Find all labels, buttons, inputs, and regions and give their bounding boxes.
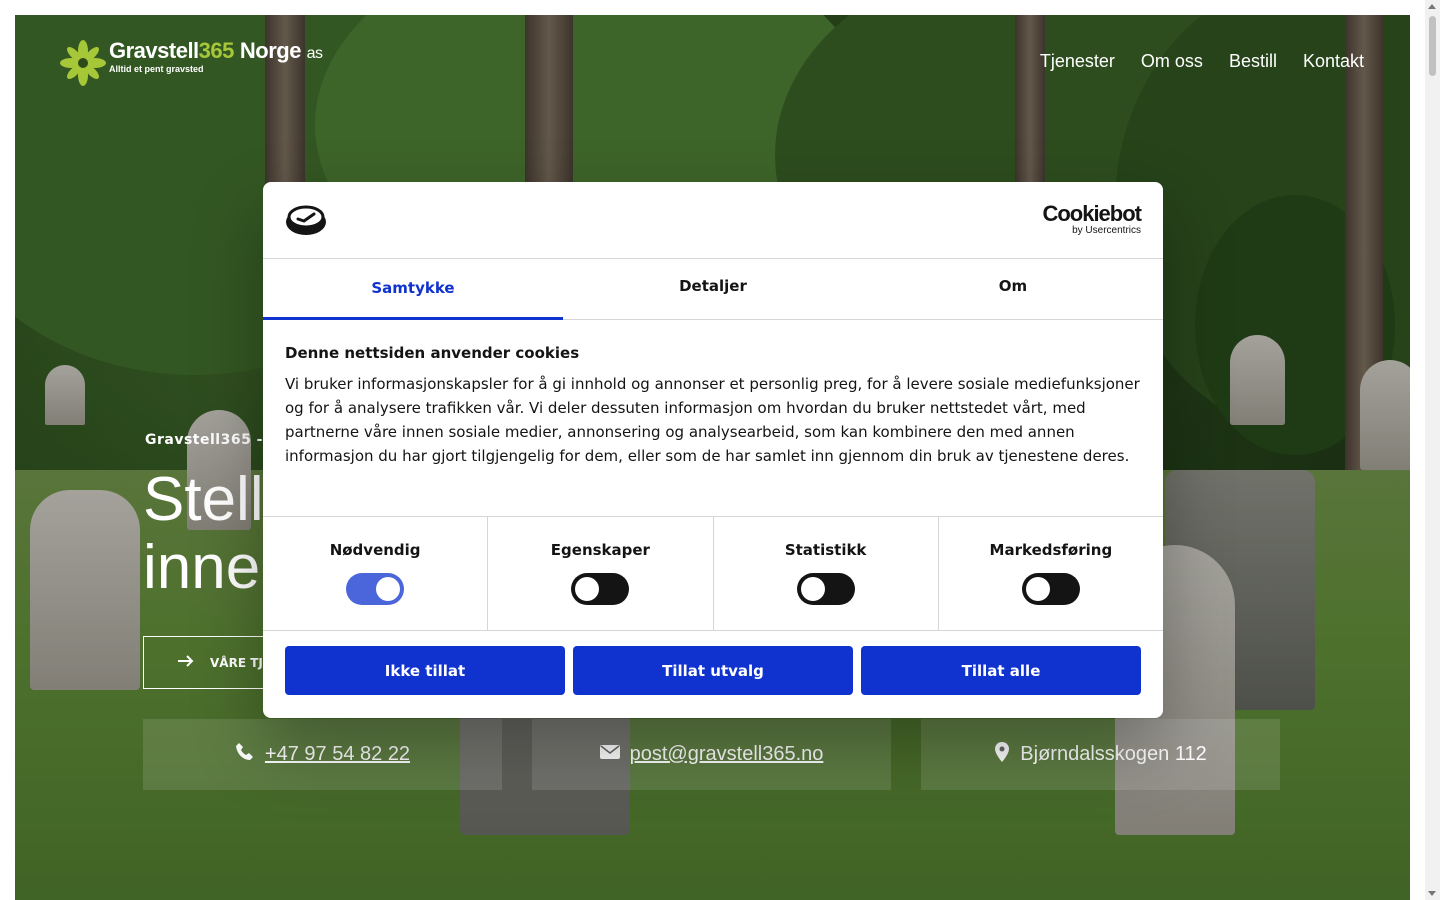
cookie-consent-dialog: Cookiebot by Usercentrics Samtykke Detal… (263, 182, 1163, 718)
allow-selection-button[interactable]: Tillat utvalg (573, 646, 853, 695)
egenskaper-toggle[interactable] (571, 573, 630, 605)
allow-all-button[interactable]: Tillat alle (861, 646, 1141, 695)
arrow-right-icon (178, 655, 194, 670)
hero-headline: Stell inne (143, 466, 264, 602)
dialog-description: Vi bruker informasjonskapsler for å gi i… (285, 375, 1140, 465)
phone-icon (235, 742, 255, 768)
hero-headline-line2: inne (143, 533, 261, 602)
dialog-header: Cookiebot by Usercentrics (263, 182, 1163, 259)
category-label: Statistikk (784, 541, 867, 559)
logo-suffix: as (306, 45, 323, 62)
cta-label: VÅRE TJE (210, 655, 272, 670)
tab-detaljer[interactable]: Detaljer (563, 259, 863, 319)
dialog-body: Denne nettsiden anvender cookies Vi bruk… (263, 320, 1163, 517)
phone-box: +47 97 54 82 22 (143, 719, 502, 790)
category-label: Nødvendig (329, 541, 421, 559)
category-statistikk: Statistikk (714, 517, 939, 630)
map-pin-icon (994, 741, 1010, 768)
cookiebot-name: Cookiebot (1042, 201, 1142, 226)
address-text: Bjørndalsskogen 112 (1020, 743, 1207, 765)
email-box: post@gravstell365.no (532, 719, 891, 790)
cookiebot-by: by Usercentrics (1072, 225, 1141, 236)
markedsforing-toggle[interactable] (1021, 573, 1080, 605)
envelope-icon (599, 743, 620, 766)
logo-wordmark: Gravstell365 Norge as (109, 38, 323, 66)
logo-number: 365 (198, 38, 235, 63)
email-link[interactable]: post@gravstell365.no (630, 743, 824, 766)
hero-headline-line1: Stell (143, 465, 264, 534)
nodvendig-toggle[interactable] (346, 573, 405, 605)
hero-eyebrow: Gravstell365 - A (145, 432, 280, 448)
nav-item-tjenester[interactable]: Tjenester (1040, 51, 1115, 72)
tab-samtykke[interactable]: Samtykke (263, 259, 563, 320)
nav-item-bestill[interactable]: Bestill (1229, 51, 1277, 72)
page-scrollbar[interactable] (1425, 0, 1440, 900)
category-nodvendig: Nødvendig (263, 517, 489, 630)
scroll-up-arrow-icon[interactable] (1428, 4, 1436, 9)
nav-item-om-oss[interactable]: Om oss (1141, 51, 1203, 72)
main-nav: Tjenester Om oss Bestill Kontakt (1040, 51, 1364, 72)
statistikk-toggle[interactable] (796, 573, 855, 605)
category-label: Markedsføring (989, 541, 1113, 559)
address-box: Bjørndalsskogen 112 (921, 719, 1280, 790)
category-egenskaper: Egenskaper (488, 517, 714, 630)
deny-button[interactable]: Ikke tillat (285, 646, 565, 695)
dialog-actions: Ikke tillat Tillat utvalg Tillat alle (263, 631, 1163, 710)
consent-categories: Nødvendig Egenskaper Statistikk Markedsf… (263, 517, 1163, 631)
scroll-down-arrow-icon[interactable] (1428, 891, 1436, 896)
site-logo[interactable]: Gravstell365 Norge as Alltid et pent grav… (59, 38, 323, 87)
dialog-tabs: Samtykke Detaljer Om (263, 259, 1163, 320)
nav-item-kontakt[interactable]: Kontakt (1303, 51, 1364, 72)
flower-logo-icon (59, 39, 107, 87)
dialog-title: Denne nettsiden anvender cookies (285, 344, 580, 362)
logo-country: Norge (239, 38, 302, 63)
logo-brand: Gravstell (109, 38, 199, 63)
category-markedsforing: Markedsføring (939, 517, 1163, 630)
site-header: Gravstell365 Norge as Alltid et pent grav… (15, 15, 1410, 110)
cookiebot-brand[interactable]: Cookiebot by Usercentrics (1042, 201, 1142, 236)
cookie-logo-icon (285, 204, 327, 236)
scroll-thumb[interactable] (1429, 16, 1436, 76)
category-label: Egenskaper (550, 541, 650, 559)
tab-om[interactable]: Om (863, 259, 1163, 319)
contact-info-row: +47 97 54 82 22 post@gravstell365.no Bjø… (143, 719, 1280, 790)
phone-link[interactable]: +47 97 54 82 22 (265, 743, 410, 766)
